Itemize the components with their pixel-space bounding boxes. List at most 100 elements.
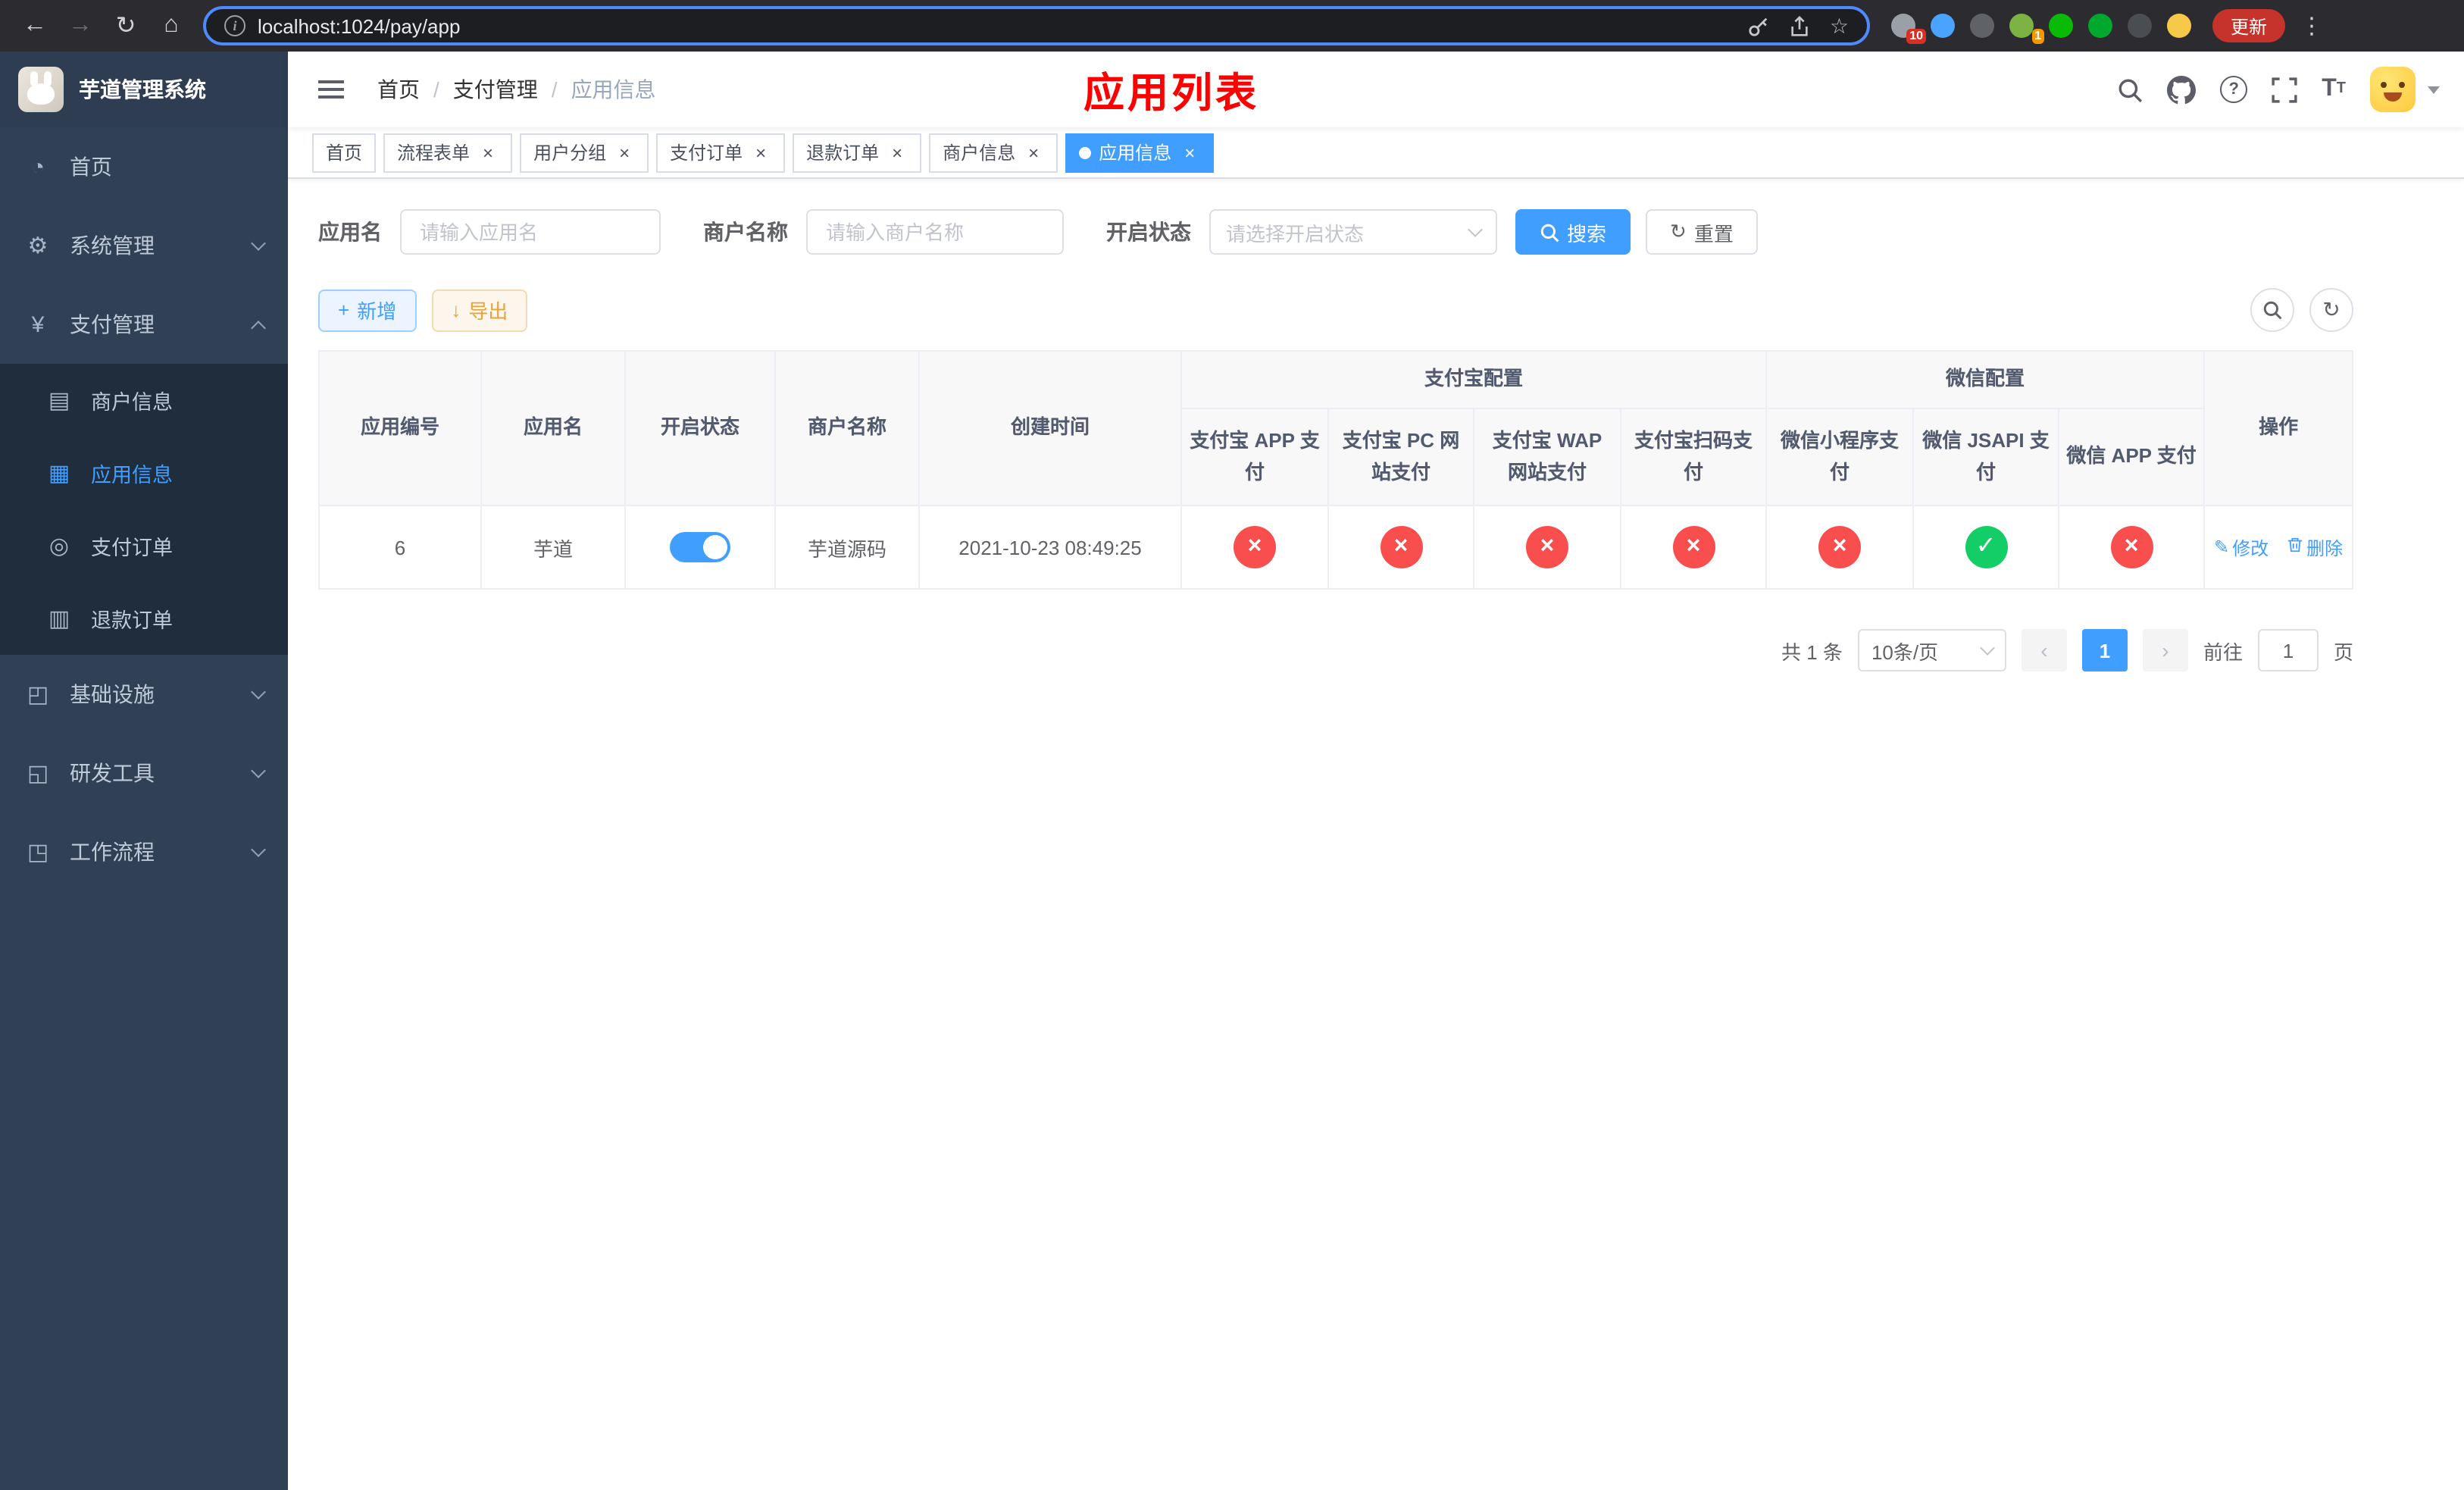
home-icon[interactable]: ⌂: [152, 6, 191, 45]
config-disabled-icon: ×: [1526, 526, 1568, 568]
share-icon[interactable]: [1789, 14, 1812, 37]
add-button[interactable]: + 新增: [318, 289, 417, 331]
close-icon[interactable]: ×: [614, 142, 635, 163]
toolbar: + 新增 ↓ 导出 ↻: [318, 288, 2353, 332]
github-icon[interactable]: [2167, 75, 2197, 104]
browser-extensions: 10 1: [1891, 14, 2191, 44]
app-name-input[interactable]: [400, 209, 661, 255]
col-wechat-mini-pay: 微信小程序支付: [1765, 408, 1915, 506]
close-icon[interactable]: ×: [1179, 142, 1200, 163]
status-toggle[interactable]: [670, 532, 730, 562]
browser-menu-icon[interactable]: ⋮: [2300, 12, 2323, 39]
status-select[interactable]: 请选择开启状态: [1209, 209, 1497, 255]
close-icon[interactable]: ×: [1023, 142, 1044, 163]
browser-update-button[interactable]: 更新: [2212, 9, 2286, 42]
back-icon[interactable]: ←: [15, 6, 55, 45]
site-info-icon[interactable]: i: [224, 15, 245, 36]
tab-app-info[interactable]: 应用信息 ×: [1065, 133, 1215, 172]
col-alipay-wap-pay: 支付宝 WAP 网站支付: [1473, 408, 1621, 506]
edit-link[interactable]: ✎ 修改: [2214, 534, 2269, 560]
breadcrumb: 首页 支付管理 应用信息: [377, 74, 656, 105]
export-button-label: 导出: [468, 300, 508, 323]
tab-home[interactable]: 首页: [312, 133, 377, 172]
refresh-table-button[interactable]: ↻: [2309, 288, 2353, 332]
apps-table: 应用编号 应用名 开启状态 商户名称 创建时间 支付宝配置 微信配置 操作 支付…: [318, 350, 2354, 590]
sidebar-item-payment-management[interactable]: ¥ 支付管理: [0, 285, 288, 364]
sidebar-item-label: 支付订单: [91, 537, 173, 559]
tab-refund-orders[interactable]: 退款订单 ×: [793, 133, 922, 172]
breadcrumb-payment-management[interactable]: 支付管理: [453, 74, 538, 105]
toggle-search-button[interactable]: [2250, 288, 2294, 332]
tags-list: 首页 流程表单 × 用户分组 × 支付订单 × 退款订单 × 商户信息 × 应用信息 ×: [312, 133, 1215, 172]
bookmark-star-icon[interactable]: ☆: [1830, 13, 1849, 39]
sidebar-item-dev-tools[interactable]: ◱ 研发工具: [0, 734, 288, 812]
navbar-actions: ? TT: [2117, 67, 2440, 112]
cell-config-4: ×: [1765, 505, 1915, 590]
toggle-knob: [703, 535, 727, 559]
search-button[interactable]: 搜索: [1515, 209, 1631, 255]
face-extension-icon[interactable]: [2167, 14, 2191, 38]
close-icon[interactable]: ×: [886, 142, 908, 163]
puzzle-extension-icon[interactable]: 10: [1891, 14, 1926, 44]
goto-page-input[interactable]: [2257, 629, 2319, 671]
reset-button[interactable]: ↻ 重置: [1646, 209, 1758, 255]
config-disabled-icon: ×: [1818, 526, 1862, 568]
breadcrumb-separator: [433, 77, 439, 102]
close-icon[interactable]: ×: [750, 142, 771, 163]
page-title: 应用列表: [1083, 70, 1259, 116]
sidebar-item-label: 工作流程: [70, 840, 155, 864]
tab-label: 退款订单: [806, 142, 880, 164]
col-wechat-app-pay: 微信 APP 支付: [2058, 408, 2206, 506]
dark-circle-extension-icon[interactable]: [1970, 14, 1994, 38]
key-icon[interactable]: [1748, 14, 1771, 37]
prev-page-button[interactable]: ‹: [2021, 629, 2067, 671]
col-alipay-pc-pay: 支付宝 PC 网站支付: [1327, 408, 1474, 506]
tab-payment-orders[interactable]: 支付订单 ×: [656, 133, 786, 172]
next-page-button[interactable]: ›: [2142, 629, 2188, 671]
font-size-icon[interactable]: TT: [2322, 77, 2346, 102]
sidebar-item-infrastructure[interactable]: ◰ 基础设施: [0, 655, 288, 734]
page-size-select[interactable]: 10条/页: [1857, 629, 2006, 671]
tab-user-group[interactable]: 用户分组 ×: [520, 133, 649, 172]
forward-icon[interactable]: →: [61, 6, 100, 45]
chevron-down-icon: [251, 841, 266, 856]
app-logo[interactable]: 芋道管理系统: [0, 52, 288, 127]
breadcrumb-current: 应用信息: [571, 77, 656, 102]
export-button[interactable]: ↓ 导出: [431, 289, 528, 331]
edit-label: 修改: [2232, 537, 2269, 559]
search-icon[interactable]: [2117, 77, 2143, 102]
sidebar-item-refund-orders[interactable]: ▥ 退款订单: [0, 582, 288, 655]
fullscreen-icon[interactable]: [2272, 77, 2297, 102]
config-enabled-icon: ✓: [1965, 526, 2008, 568]
evernote-extension-icon[interactable]: [2088, 14, 2112, 38]
drop-extension-icon[interactable]: [1931, 14, 1955, 38]
sidebar-item-system-management[interactable]: ⚙ 系统管理: [0, 206, 288, 285]
sidebar-item-payment-orders[interactable]: ◎ 支付订单: [0, 509, 288, 582]
sidebar-toggle-icon[interactable]: [312, 52, 350, 127]
sidebar-item-label: 商户信息: [91, 391, 173, 414]
sidebar-item-workflow[interactable]: ◳ 工作流程: [0, 812, 288, 891]
sidebar-item-app-info[interactable]: ▦ 应用信息: [0, 437, 288, 509]
url-text[interactable]: localhost:1024/pay/app: [258, 14, 1736, 37]
delete-link[interactable]: 删除: [2287, 534, 2343, 560]
address-bar[interactable]: i localhost:1024/pay/app ☆: [203, 6, 1870, 45]
tab-merchant-info[interactable]: 商户信息 ×: [929, 133, 1058, 172]
pin-extension-icon[interactable]: [2128, 14, 2152, 38]
tab-process-form[interactable]: 流程表单 ×: [383, 133, 513, 172]
sidebar-item-home[interactable]: ◔ 首页: [0, 127, 288, 206]
merchant-name-input[interactable]: [806, 209, 1064, 255]
add-button-label: 新增: [357, 300, 397, 323]
green-camera-extension-icon[interactable]: 1: [2009, 14, 2044, 44]
user-avatar[interactable]: [2370, 67, 2416, 112]
page-1-button[interactable]: 1: [2081, 629, 2128, 671]
page-unit-label: 页: [2333, 640, 2353, 663]
reload-icon[interactable]: ↻: [106, 6, 145, 45]
sidebar-item-label: 系统管理: [70, 233, 155, 258]
config-disabled-icon: ×: [2110, 526, 2153, 568]
wechat-extension-icon[interactable]: [2049, 14, 2073, 38]
close-icon[interactable]: ×: [477, 142, 499, 163]
main-area: 首页 支付管理 应用信息 应用列表 ? TT: [288, 52, 2464, 1490]
help-icon[interactable]: ?: [2220, 76, 2248, 103]
breadcrumb-home[interactable]: 首页: [377, 74, 420, 105]
sidebar-item-merchant-info[interactable]: ▤ 商户信息: [0, 364, 288, 437]
